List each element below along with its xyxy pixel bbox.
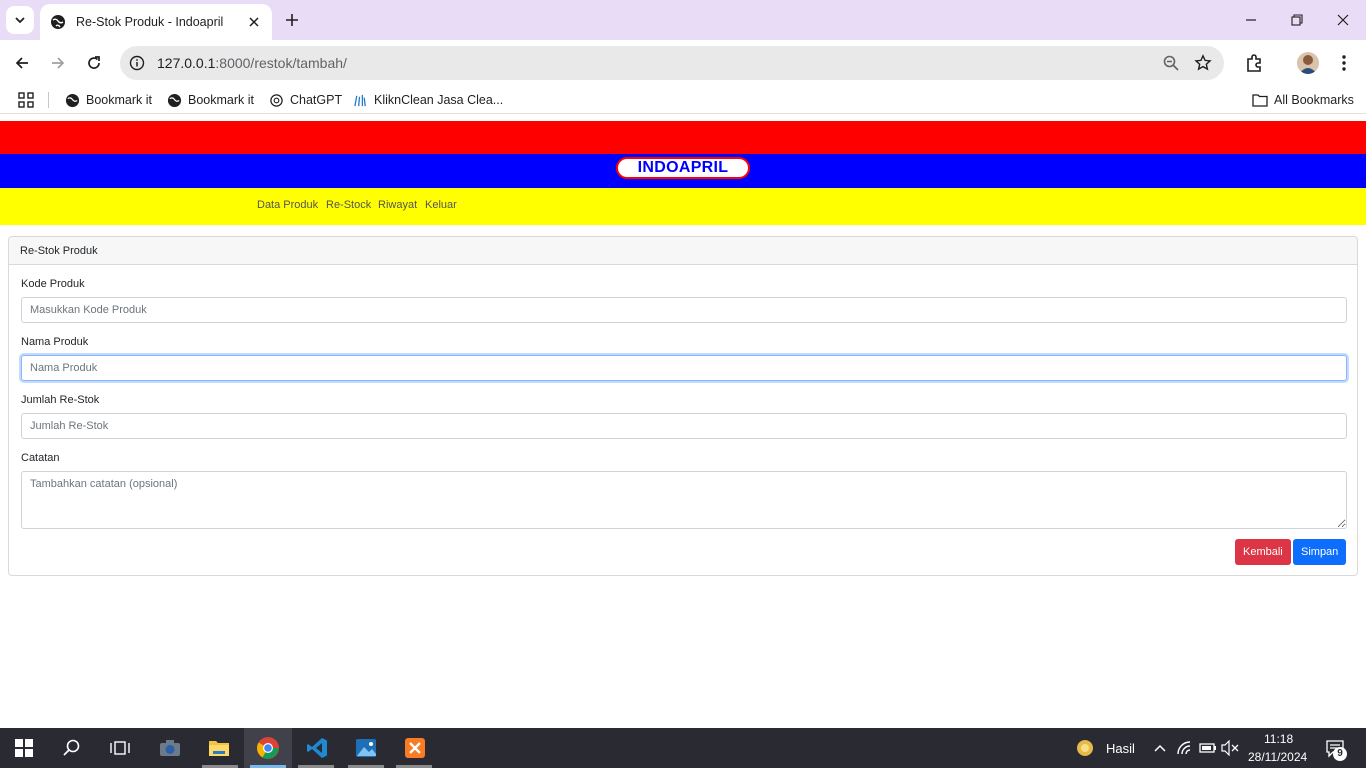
clock-time[interactable]: 11:18 — [1264, 732, 1293, 746]
battery-icon[interactable] — [1196, 736, 1220, 760]
tab-active[interactable]: Re-Stok Produk - Indoapril — [40, 4, 272, 40]
minimize-icon — [1246, 19, 1256, 21]
catatan-textarea[interactable] — [21, 471, 1347, 529]
chevron-down-icon — [15, 17, 25, 24]
chrome-menu-icon[interactable] — [1333, 52, 1355, 74]
brand-logo[interactable]: INDOAPRIL — [616, 157, 750, 179]
nav-bar — [0, 188, 1366, 225]
nav-link-data-produk[interactable]: Data Produk — [257, 199, 318, 211]
file-explorer-icon[interactable] — [207, 736, 231, 760]
site-info-icon[interactable] — [128, 54, 146, 72]
all-bookmarks[interactable]: All Bookmarks — [1252, 92, 1354, 108]
restore-button[interactable] — [1287, 10, 1307, 30]
volume-muted-icon[interactable] — [1218, 736, 1242, 760]
chevron-up-icon[interactable] — [1148, 736, 1172, 760]
nama-produk-label: Nama Produk — [21, 336, 89, 348]
url-text: 127.0.0.1:8000/restok/tambah/ — [157, 55, 347, 71]
globe-icon — [166, 92, 182, 108]
catatan-label: Catatan — [21, 452, 60, 464]
kembali-button[interactable]: Kembali — [1235, 539, 1291, 565]
zoom-icon[interactable] — [1162, 54, 1180, 72]
jumlah-restok-label: Jumlah Re-Stok — [21, 394, 100, 406]
new-tab-button[interactable] — [282, 10, 302, 30]
bookmarks-separator — [48, 92, 49, 108]
camera-app-icon[interactable] — [158, 736, 182, 760]
nav-link-re-stock[interactable]: Re-Stock — [326, 199, 371, 211]
task-view-icon[interactable] — [108, 736, 132, 760]
simpan-button[interactable]: Simpan — [1293, 539, 1347, 565]
search-icon[interactable] — [60, 736, 84, 760]
weather-icon[interactable] — [1073, 736, 1097, 760]
restock-form-card: Re-Stok Produk Kode Produk Nama Produk J… — [8, 236, 1358, 576]
minimize-button[interactable] — [1241, 10, 1261, 30]
close-icon — [1337, 14, 1349, 26]
header-red-band — [0, 121, 1366, 154]
globe-icon — [64, 92, 80, 108]
kode-produk-input[interactable] — [21, 297, 1347, 323]
bookmark-item-chatgpt[interactable]: ChatGPT — [268, 92, 342, 108]
arrow-right-icon — [52, 57, 65, 69]
apps-icon[interactable] — [18, 92, 34, 108]
card-title: Re-Stok Produk — [9, 237, 1357, 265]
kliknclean-icon — [352, 92, 368, 108]
close-icon[interactable] — [246, 14, 262, 30]
bookmark-item-kliknclean[interactable]: KliknClean Jasa Clea... — [352, 92, 503, 108]
tab-search-button[interactable] — [6, 6, 34, 34]
windows-start-icon[interactable] — [12, 736, 36, 760]
kode-produk-label: Kode Produk — [21, 278, 85, 290]
tab-strip: Re-Stok Produk - Indoapril — [0, 0, 1366, 40]
globe-icon — [50, 14, 66, 30]
plus-icon — [286, 14, 298, 26]
tab-title: Re-Stok Produk - Indoapril — [76, 15, 224, 29]
bookmark-star-icon[interactable] — [1194, 54, 1212, 72]
vscode-icon[interactable] — [305, 736, 329, 760]
chatgpt-icon — [268, 92, 284, 108]
forward-button[interactable] — [47, 52, 69, 74]
bookmark-item-2[interactable]: Bookmark it — [166, 92, 254, 108]
xampp-icon[interactable] — [403, 736, 427, 760]
nav-link-keluar[interactable]: Keluar — [425, 199, 457, 211]
extensions-icon[interactable] — [1243, 52, 1265, 74]
reload-icon — [88, 56, 100, 69]
arrow-left-icon — [15, 57, 28, 69]
address-bar[interactable]: 127.0.0.1:8000/restok/tambah/ — [120, 46, 1224, 80]
photos-app-icon[interactable] — [354, 736, 378, 760]
clock-date[interactable]: 28/11/2024 — [1248, 750, 1307, 764]
back-button[interactable] — [11, 52, 33, 74]
restore-icon — [1291, 14, 1303, 26]
weather-text[interactable]: Hasil — [1106, 741, 1135, 756]
bookmark-item-1[interactable]: Bookmark it — [64, 92, 152, 108]
jumlah-restok-input[interactable] — [21, 413, 1347, 439]
chrome-icon[interactable] — [256, 736, 280, 760]
folder-icon — [1252, 92, 1268, 108]
nav-link-riwayat[interactable]: Riwayat — [378, 199, 417, 211]
wifi-icon[interactable] — [1173, 736, 1197, 760]
profile-avatar[interactable] — [1297, 52, 1319, 74]
nama-produk-input[interactable] — [21, 355, 1347, 381]
close-window-button[interactable] — [1333, 10, 1353, 30]
reload-button[interactable] — [83, 52, 105, 74]
notification-badge: 9 — [1333, 747, 1347, 761]
